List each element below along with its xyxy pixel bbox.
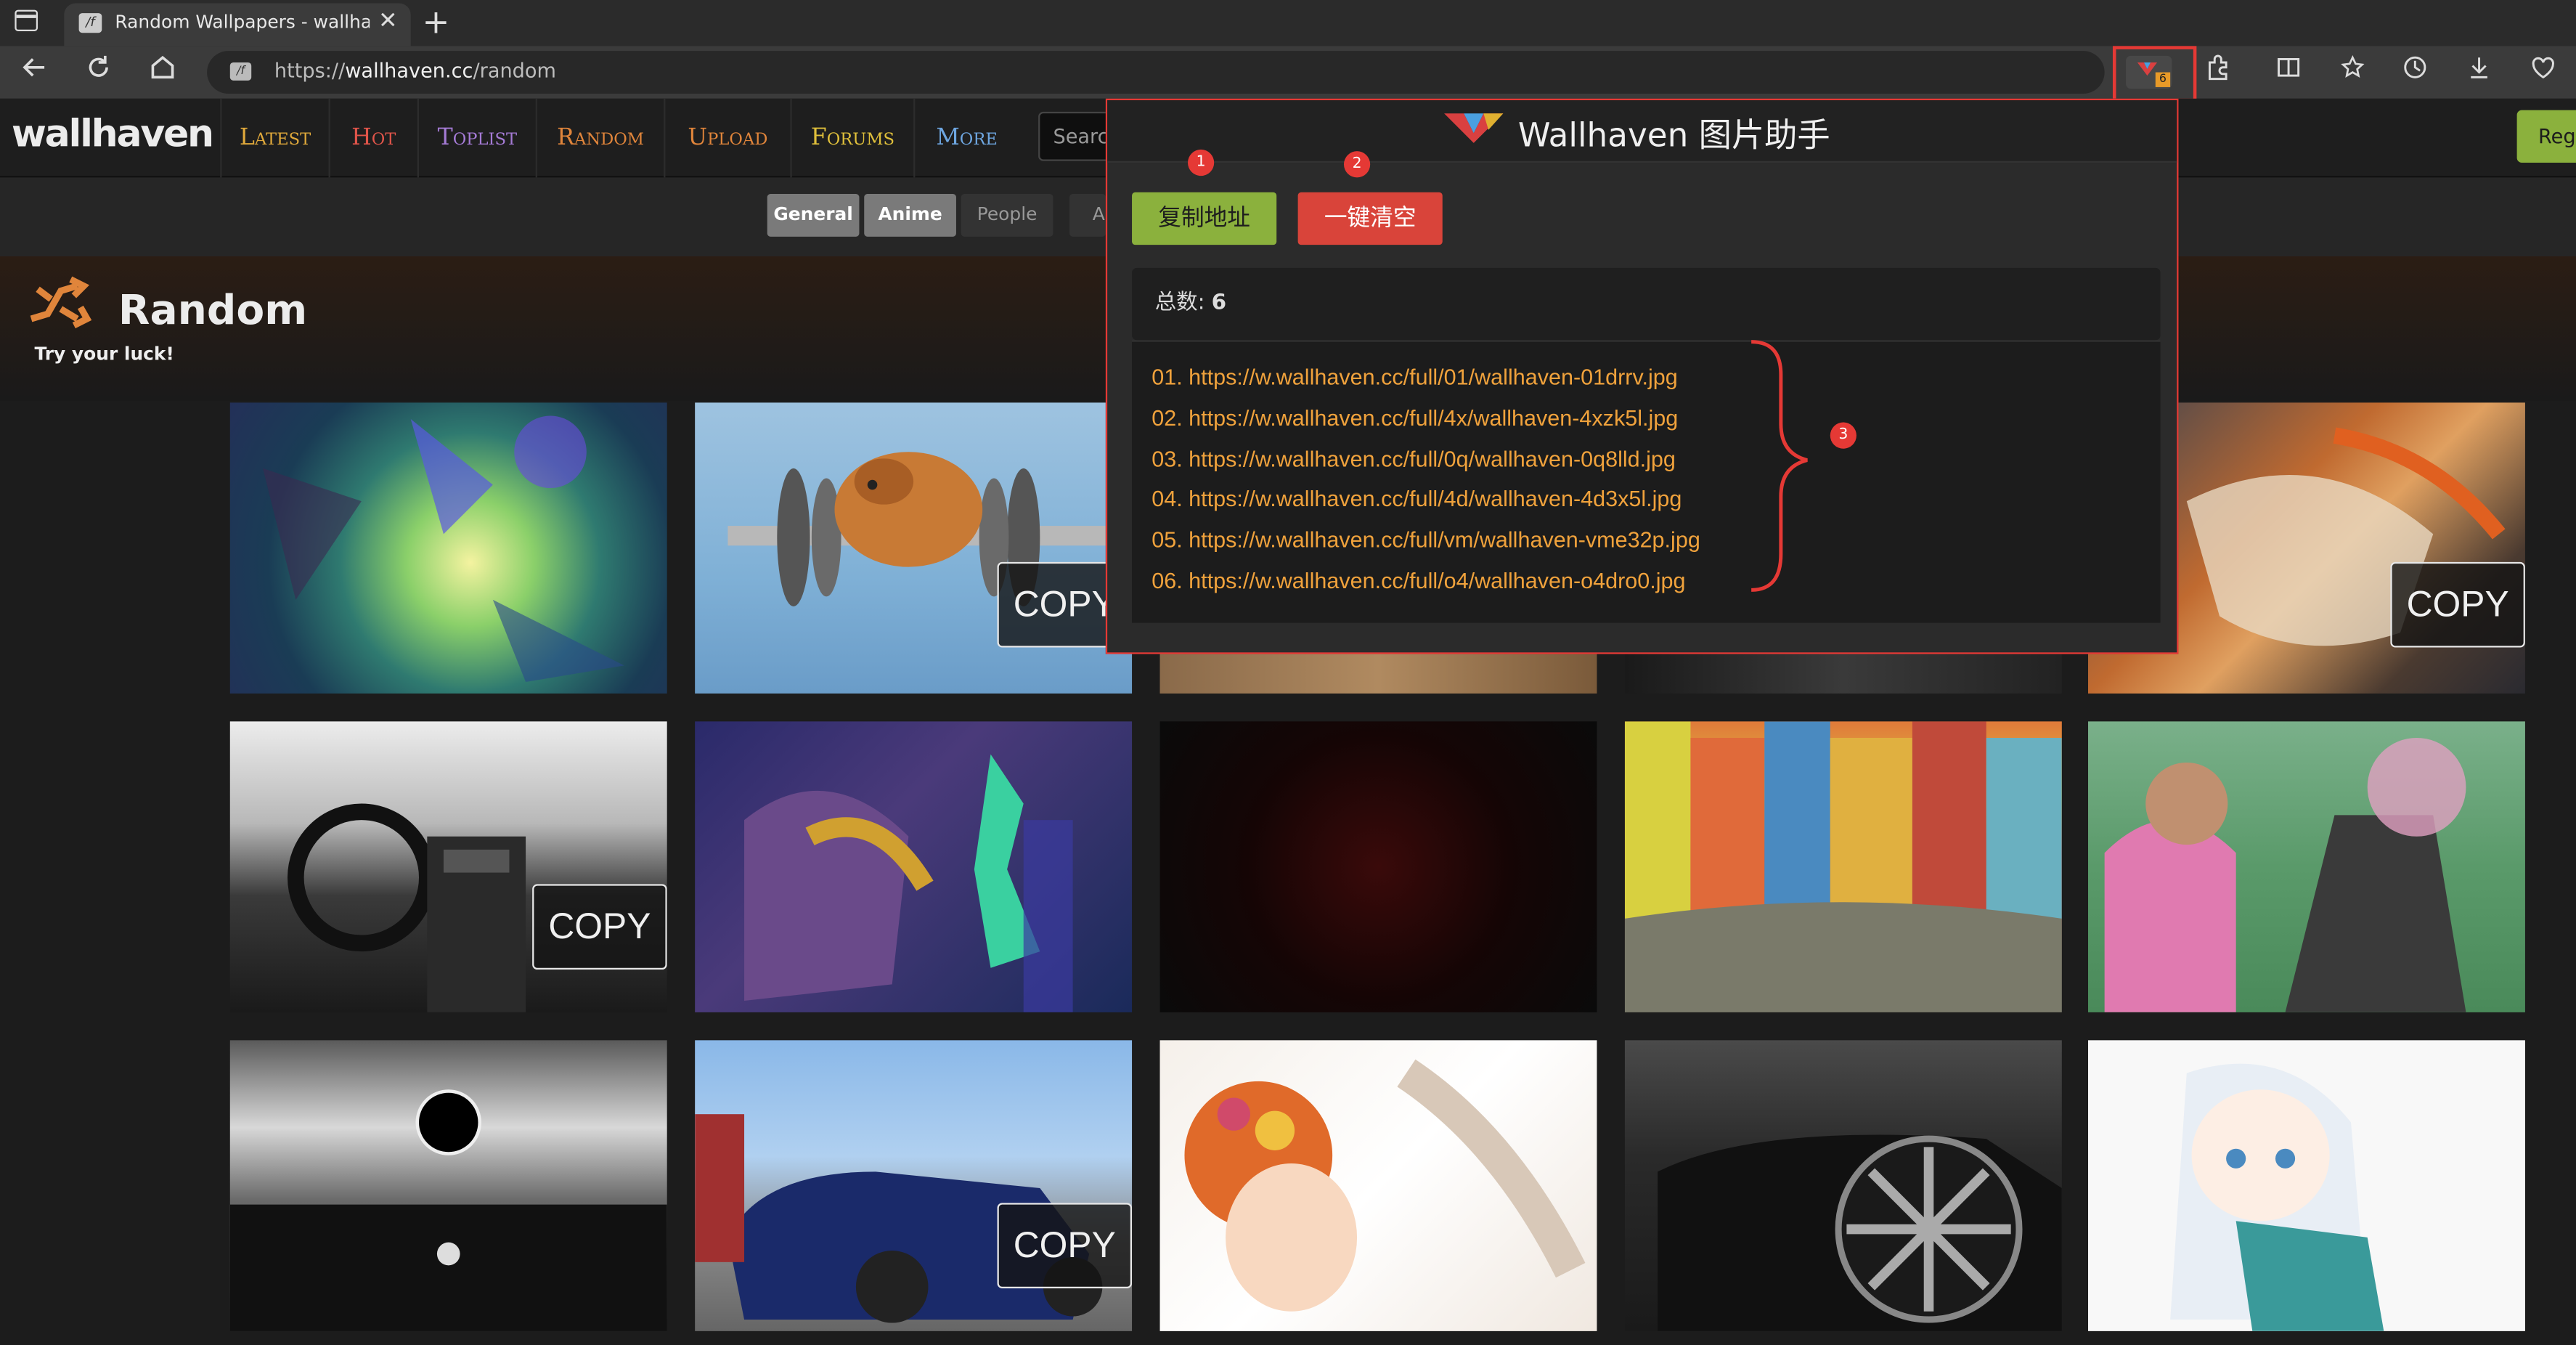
address-text[interactable]: https://wallhaven.cc/random	[274, 59, 556, 82]
wallpaper-thumbnail[interactable]	[1624, 1040, 2062, 1331]
copy-button[interactable]: COPY	[532, 884, 667, 970]
browser-tab[interactable]: /f Random Wallpapers - wallhaven. ✕	[64, 3, 411, 46]
new-tab-button[interactable]: +	[423, 1, 450, 41]
tab-actions-icon[interactable]	[15, 9, 38, 31]
browser-tab-bar: /f Random Wallpapers - wallhaven. ✕ +	[0, 0, 2576, 46]
wallpaper-thumbnail[interactable]	[2088, 1040, 2525, 1331]
favorites-icon[interactable]	[2339, 54, 2365, 87]
url-list-item[interactable]: 02. https://w.wallhaven.cc/full/4x/wallh…	[1152, 406, 1678, 431]
site-favicon-icon: /f	[229, 62, 252, 81]
helper-logo-icon	[1444, 113, 1504, 143]
address-bar[interactable]: /f https://wallhaven.cc/random	[207, 51, 2105, 94]
wallpaper-thumbnail[interactable]	[1159, 1040, 1597, 1331]
shuffle-icon	[30, 276, 92, 329]
close-tab-icon[interactable]: ✕	[378, 8, 398, 34]
menu-toplist[interactable]: Toplist	[417, 98, 536, 178]
count-value: 6	[1211, 290, 1227, 316]
wallpaper-thumbnail[interactable]: COPY	[695, 1040, 1133, 1331]
copy-button[interactable]: COPY	[997, 1203, 1133, 1289]
filter-people[interactable]: People	[961, 194, 1053, 237]
url-list-item[interactable]: 03. https://w.wallhaven.cc/full/0q/wallh…	[1152, 447, 1676, 471]
back-icon[interactable]	[20, 52, 49, 90]
filter-anime[interactable]: Anime	[864, 194, 956, 237]
wallpaper-thumbnail[interactable]	[695, 721, 1133, 1012]
url-prefix: https://	[274, 59, 346, 83]
register-button[interactable]: Regi	[2516, 110, 2576, 163]
wallhaven-logo[interactable]: wallhaven	[12, 113, 214, 156]
count-label: 总数:	[1154, 290, 1205, 316]
wallpaper-thumbnail[interactable]: COPY	[695, 402, 1133, 694]
annotation-marker-3: 3	[1830, 422, 1856, 449]
annotation-highlight-extension	[2112, 46, 2197, 102]
url-list-item[interactable]: 01. https://w.wallhaven.cc/full/01/wallh…	[1152, 365, 1677, 389]
annotation-marker-1: 1	[1188, 149, 1215, 176]
wallhaven-helper-popup: Wallhaven 图片助手 复制地址 1 一键清空 2 总数: 6 01. ht…	[1105, 98, 2179, 654]
wallpaper-thumbnail[interactable]	[1624, 651, 2062, 694]
total-count-bar: 总数: 6	[1132, 267, 2161, 341]
wallpaper-thumbnail[interactable]	[1159, 721, 1597, 1012]
url-list-item[interactable]: 05. https://w.wallhaven.cc/full/vm/wallh…	[1152, 527, 1700, 552]
history-icon[interactable]	[2402, 54, 2428, 87]
url-path: /random	[473, 59, 556, 83]
refresh-icon[interactable]	[83, 52, 113, 90]
wallpaper-thumbnail[interactable]	[229, 1040, 667, 1331]
menu-latest[interactable]: Latest	[220, 98, 328, 178]
wallpaper-thumbnail[interactable]	[2088, 721, 2525, 1012]
wallpaper-thumbnail[interactable]	[1624, 721, 2062, 1012]
clear-all-button[interactable]: 一键清空	[1297, 192, 1443, 245]
popup-title: Wallhaven 图片助手	[1517, 115, 1830, 155]
url-list: 01. https://w.wallhaven.cc/full/01/wallh…	[1132, 340, 2161, 623]
downloads-icon[interactable]	[2466, 54, 2492, 87]
copy-button[interactable]: COPY	[2390, 561, 2525, 648]
browser-toolbar: /f https://wallhaven.cc/random 6	[0, 46, 2576, 102]
extensions-icon[interactable]	[2205, 54, 2231, 87]
menu-hot[interactable]: Hot	[328, 98, 417, 178]
menu-more[interactable]: More	[913, 98, 1019, 178]
split-screen-icon[interactable]	[2275, 54, 2302, 87]
filter-general[interactable]: General	[767, 194, 860, 237]
wallpaper-thumbnail[interactable]	[1159, 651, 1597, 694]
menu-upload[interactable]: Upload	[664, 98, 790, 178]
popup-header: Wallhaven 图片助手	[1107, 100, 2177, 163]
browser-essentials-icon[interactable]	[2530, 54, 2556, 87]
menu-random[interactable]: Random	[535, 98, 664, 178]
url-list-item[interactable]: 04. https://w.wallhaven.cc/full/4d/wallh…	[1152, 487, 1682, 511]
site-favicon-icon: /f	[78, 13, 102, 33]
screen: /f Random Wallpapers - wallhaven. ✕ + /f…	[0, 0, 2576, 1344]
url-host: wallhaven.cc	[345, 59, 473, 83]
home-icon[interactable]	[148, 52, 178, 90]
page-subtitle: Try your luck!	[34, 343, 174, 365]
annotation-marker-2: 2	[1343, 151, 1371, 178]
copy-urls-button[interactable]: 复制地址	[1132, 192, 1277, 245]
annotation-brace-icon	[1751, 340, 1808, 592]
wallpaper-thumbnail[interactable]: COPY	[229, 721, 667, 1012]
menu-forums[interactable]: Forums	[790, 98, 913, 178]
filter-purity[interactable]: A	[1069, 194, 1106, 237]
url-list-item[interactable]: 06. https://w.wallhaven.cc/full/o4/wallh…	[1152, 569, 1685, 593]
page-title: Random	[118, 285, 308, 334]
tab-title: Random Wallpapers - wallhaven.	[115, 11, 370, 33]
wallpaper-thumbnail[interactable]	[229, 402, 667, 694]
